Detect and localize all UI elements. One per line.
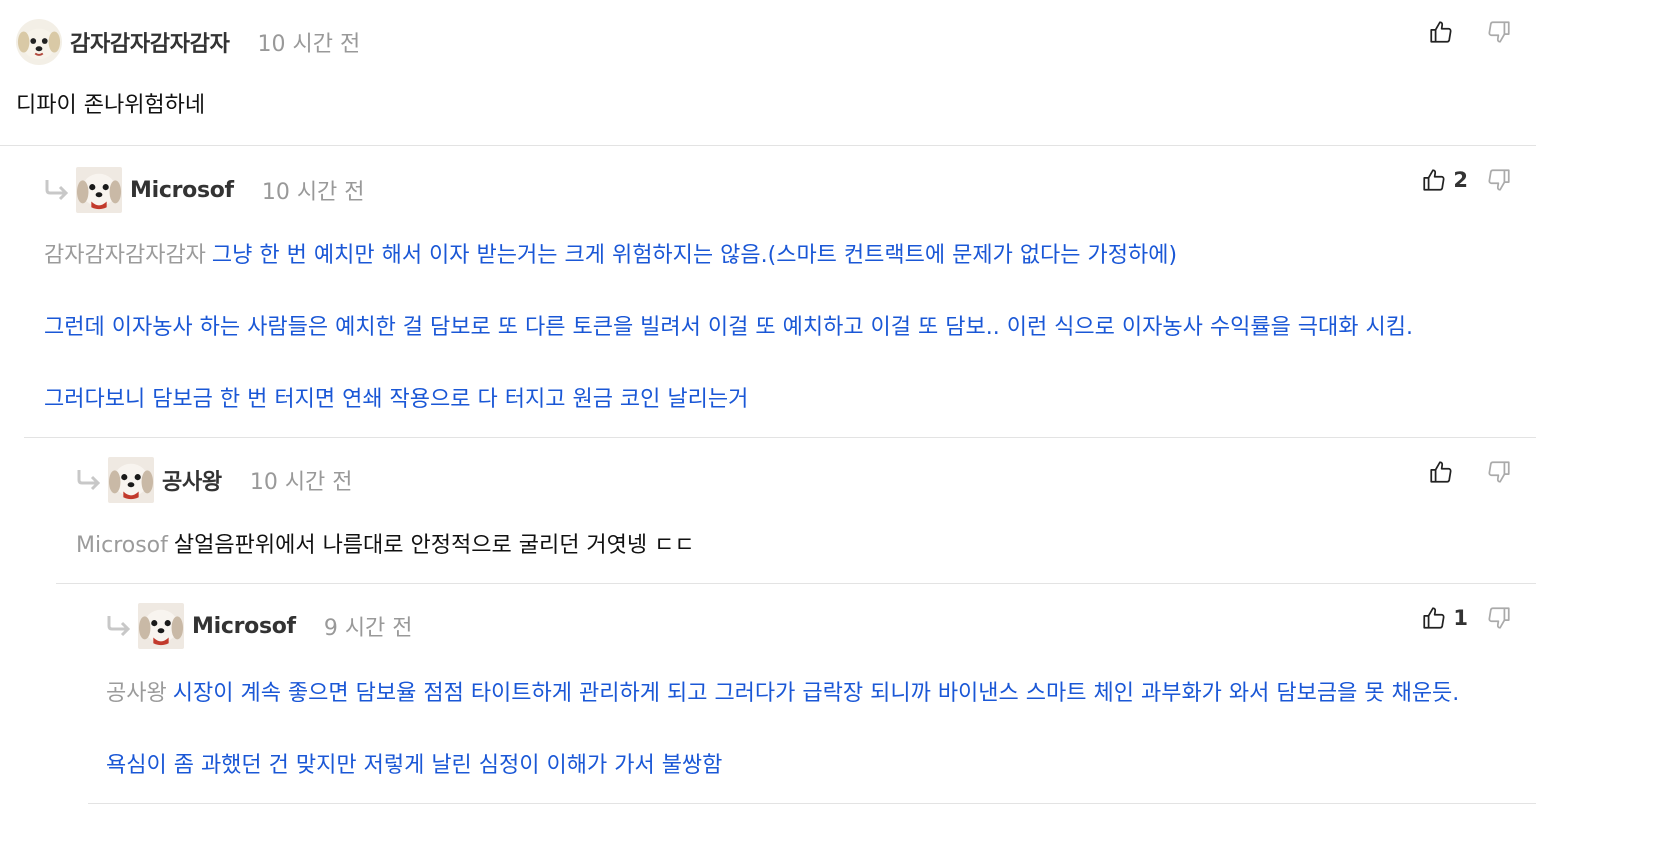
vote-controls: 2 bbox=[1368, 160, 1518, 200]
upvote-count: 2 bbox=[1453, 168, 1468, 192]
downvote-button[interactable] bbox=[1486, 19, 1512, 45]
thumbs-up-icon bbox=[1428, 19, 1454, 45]
author-name[interactable]: Microsof bbox=[130, 178, 234, 203]
mention-tag[interactable]: 감자감자감자감자 bbox=[44, 243, 206, 268]
thumbs-up-icon bbox=[1421, 605, 1447, 631]
comment-header: Microsof 9 시간 전 bbox=[106, 606, 413, 646]
timestamp: 10 시간 전 bbox=[261, 180, 365, 205]
upvote-count: 1 bbox=[1453, 606, 1468, 630]
upvote-button[interactable]: 2 bbox=[1421, 167, 1468, 193]
comment-line: 살얼음판위에서 나름대로 안정적으로 굴리던 거엿넹 ㄷㄷ bbox=[173, 533, 695, 558]
comment-1: 감자감자감자감자 10 시간 전 디파이 존나위험하네 bbox=[0, 0, 1658, 146]
comment-body: Microsof 살얼음판위에서 나름대로 안정적으로 굴리던 거엿넹 ㄷㄷ bbox=[76, 528, 695, 564]
comment-body: 감자감자감자감자 그냥 한 번 예치만 해서 이자 받는거는 크게 위험하지는 않… bbox=[44, 238, 1413, 418]
comment-header: 공사왕 10 시간 전 bbox=[76, 460, 353, 500]
vote-controls: 1 bbox=[1368, 598, 1518, 638]
reply-arrow-icon bbox=[44, 178, 70, 202]
comment-line: 시장이 계속 좋으면 담보율 점점 타이트하게 관리하게 되고 그러다가 급락장… bbox=[172, 681, 1460, 706]
thumbs-down-icon bbox=[1486, 19, 1512, 45]
comment-4: Microsof 9 시간 전 1 공사왕 시장이 계속 좋으면 담보율 점점 타… bbox=[0, 584, 1658, 804]
divider bbox=[88, 803, 1536, 804]
timestamp: 10 시간 전 bbox=[249, 470, 353, 495]
comment-2: Microsof 10 시간 전 2 감자감자감자감자 그냥 한 번 예치만 해서… bbox=[0, 146, 1658, 438]
comment-line: 그러다보니 담보금 한 번 터지면 연쇄 작용으로 다 터지고 원금 코인 날리… bbox=[44, 387, 749, 412]
avatar[interactable] bbox=[138, 603, 184, 649]
upvote-button[interactable] bbox=[1428, 459, 1468, 485]
downvote-button[interactable] bbox=[1486, 167, 1512, 193]
reply-arrow-icon bbox=[76, 468, 102, 492]
timestamp: 10 시간 전 bbox=[257, 32, 361, 57]
thumbs-down-icon bbox=[1486, 605, 1512, 631]
thumbs-down-icon bbox=[1486, 459, 1512, 485]
author-name[interactable]: 감자감자감자감자 bbox=[70, 26, 230, 58]
comment-3: 공사왕 10 시간 전 Microsof 살얼음판위에서 나름대로 안정적으로 굴… bbox=[0, 438, 1658, 584]
thumbs-up-icon bbox=[1428, 459, 1454, 485]
comment-body: 디파이 존나위험하네 bbox=[16, 88, 205, 124]
avatar[interactable] bbox=[76, 167, 122, 213]
author-name[interactable]: 공사왕 bbox=[162, 464, 222, 496]
timestamp: 9 시간 전 bbox=[323, 616, 413, 641]
thumbs-down-icon bbox=[1486, 167, 1512, 193]
mention-tag[interactable]: Microsof bbox=[76, 533, 168, 558]
comment-line: 욕심이 좀 과했던 건 맞지만 저렇게 날린 심정이 이해가 가서 불쌍함 bbox=[106, 753, 723, 778]
reply-arrow-icon bbox=[106, 614, 132, 638]
author-name[interactable]: Microsof bbox=[192, 614, 296, 639]
comment-line: 그냥 한 번 예치만 해서 이자 받는거는 크게 위험하지는 않음.(스마트 컨… bbox=[211, 243, 1178, 268]
downvote-button[interactable] bbox=[1486, 459, 1512, 485]
vote-controls bbox=[1368, 452, 1518, 492]
vote-controls bbox=[1368, 12, 1518, 52]
comment-body: 공사왕 시장이 계속 좋으면 담보율 점점 타이트하게 관리하게 되고 그러다가 … bbox=[106, 676, 1459, 784]
avatar[interactable] bbox=[108, 457, 154, 503]
comment-header: Microsof 10 시간 전 bbox=[44, 170, 365, 210]
comment-line: 그런데 이자농사 하는 사람들은 예치한 걸 담보로 또 다른 토큰을 빌려서 … bbox=[44, 315, 1413, 340]
thumbs-up-icon bbox=[1421, 167, 1447, 193]
upvote-button[interactable] bbox=[1428, 19, 1468, 45]
avatar[interactable] bbox=[16, 19, 62, 65]
mention-tag[interactable]: 공사왕 bbox=[106, 681, 167, 706]
downvote-button[interactable] bbox=[1486, 605, 1512, 631]
comment-header: 감자감자감자감자 10 시간 전 bbox=[16, 22, 360, 62]
comment-line: 디파이 존나위험하네 bbox=[16, 93, 206, 118]
upvote-button[interactable]: 1 bbox=[1421, 605, 1468, 631]
